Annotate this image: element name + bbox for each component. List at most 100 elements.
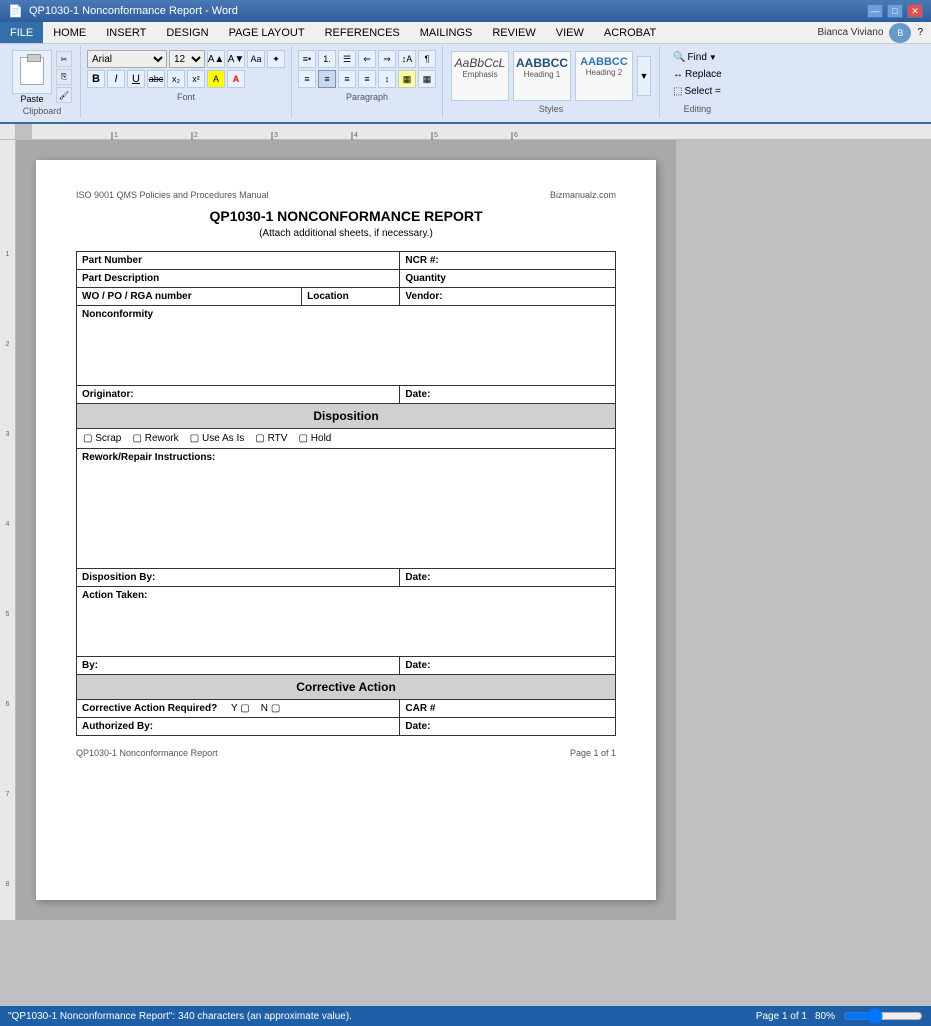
user-avatar: B <box>889 23 911 43</box>
show-hide-button[interactable]: ¶ <box>418 50 436 68</box>
line-spacing-button[interactable]: ↕ <box>378 70 396 88</box>
menu-item-home[interactable]: HOME <box>43 22 96 43</box>
paste-label: Paste <box>20 94 43 104</box>
use-as-is-checkbox[interactable]: ▢ <box>190 433 199 444</box>
styles-label: Styles <box>451 104 651 114</box>
no-checkbox[interactable]: ▢ <box>271 703 280 714</box>
justify-button[interactable]: ≡ <box>358 70 376 88</box>
clear-formatting-button[interactable]: ✦ <box>267 50 285 68</box>
table-row: Disposition By: Date: <box>77 569 616 587</box>
hold-checkbox[interactable]: ▢ <box>299 433 308 444</box>
rework-label: Rework <box>145 433 179 444</box>
find-icon: 🔍 <box>673 52 685 63</box>
menu-item-page-layout[interactable]: PAGE LAYOUT <box>219 22 315 43</box>
format-painter-button[interactable]: 🖌 <box>56 87 72 103</box>
nonconformity-label: Nonconformity <box>77 306 616 386</box>
zoom-level: 80% <box>815 1011 835 1022</box>
subscript-button[interactable]: x₂ <box>167 70 185 88</box>
cut-button[interactable]: ✂ <box>56 51 72 67</box>
paste-button[interactable] <box>12 50 52 94</box>
decrease-indent-button[interactable]: ⇐ <box>358 50 376 68</box>
font-name-select[interactable]: Arial <box>87 50 167 68</box>
font-color-button[interactable]: A <box>227 70 245 88</box>
paragraph-row-2: ≡ ≡ ≡ ≡ ↕ ▦ ▦ <box>298 70 436 88</box>
bold-button[interactable]: B <box>87 70 105 88</box>
menu-item-insert[interactable]: INSERT <box>96 22 156 43</box>
table-row: By: Date: <box>77 657 616 675</box>
part-desc-label: Part Description <box>77 270 400 288</box>
status-bar: "QP1030-1 Nonconformance Report": 340 ch… <box>0 1006 931 1026</box>
multilevel-button[interactable]: ☰ <box>338 50 356 68</box>
style-heading2[interactable]: AABBCC Heading 2 <box>575 51 633 101</box>
align-right-button[interactable]: ≡ <box>338 70 356 88</box>
page-info: Page 1 of 1 <box>756 1011 807 1022</box>
location-label: Location <box>302 288 400 306</box>
styles-scroll-button[interactable]: ▼ <box>637 56 651 96</box>
menu-item-view[interactable]: VIEW <box>546 22 594 43</box>
car-label: CAR # <box>400 700 616 718</box>
svg-text:6: 6 <box>514 132 518 139</box>
copy-button[interactable]: ⎘ <box>56 69 72 85</box>
clipboard-extras: ✂ ⎘ 🖌 <box>56 51 72 103</box>
borders-button[interactable]: ▦ <box>418 70 436 88</box>
bullets-button[interactable]: ≡• <box>298 50 316 68</box>
status-doc-info: "QP1030-1 Nonconformance Report": 340 ch… <box>8 1011 352 1022</box>
header-left: ISO 9001 QMS Policies and Procedures Man… <box>76 190 269 200</box>
styles-section: AaBbCcL Emphasis AABBCC Heading 1 AABBCC… <box>443 46 660 118</box>
menu-item-references[interactable]: REFERENCES <box>315 22 410 43</box>
scrap-label: Scrap <box>95 433 121 444</box>
shading-button[interactable]: ▦ <box>398 70 416 88</box>
numbering-button[interactable]: 1. <box>318 50 336 68</box>
increase-indent-button[interactable]: ⇒ <box>378 50 396 68</box>
font-size-select[interactable]: 12 <box>169 50 205 68</box>
replace-button[interactable]: ↔ Replace <box>668 67 727 82</box>
rework-checkbox[interactable]: ▢ <box>132 433 141 444</box>
date3-label: Date: <box>400 657 616 675</box>
align-center-button[interactable]: ≡ <box>318 70 336 88</box>
ncr-label: NCR #: <box>400 252 616 270</box>
change-case-button[interactable]: Aa <box>247 50 265 68</box>
title-bar-controls: — □ ✕ <box>867 4 923 18</box>
grow-font-button[interactable]: A▲ <box>207 50 225 68</box>
rtv-label: RTV <box>268 433 288 444</box>
corrective-action-required-cell: Corrective Action Required? Y ▢ N ▢ <box>77 700 400 718</box>
restore-button[interactable]: □ <box>887 4 903 18</box>
underline-button[interactable]: U <box>127 70 145 88</box>
table-row: Action Taken: <box>77 587 616 657</box>
page: ISO 9001 QMS Policies and Procedures Man… <box>36 160 656 900</box>
zoom-slider[interactable] <box>843 1008 923 1024</box>
style-emphasis[interactable]: AaBbCcL Emphasis <box>451 51 509 101</box>
form-table: Part Number NCR #: Part Description Quan… <box>76 251 616 736</box>
clipboard-section: Paste ✂ ⎘ 🖌 Clipboard <box>4 46 81 118</box>
main-layout: 1 2 3 4 5 6 7 8 ISO 9001 QMS Policies an… <box>0 140 931 920</box>
doc-title: QP1030-1 NONCONFORMANCE REPORT <box>76 208 616 224</box>
superscript-button[interactable]: x² <box>187 70 205 88</box>
text-highlight-button[interactable]: A <box>207 70 225 88</box>
menu-item-mailings[interactable]: MAILINGS <box>410 22 483 43</box>
minimize-button[interactable]: — <box>867 4 883 18</box>
replace-icon: ↔ <box>673 69 683 80</box>
close-button[interactable]: ✕ <box>907 4 923 18</box>
sort-button[interactable]: ↕A <box>398 50 416 68</box>
yes-checkbox[interactable]: ▢ <box>240 703 249 714</box>
italic-button[interactable]: I <box>107 70 125 88</box>
find-button[interactable]: 🔍 Find ▼ <box>668 50 727 65</box>
scrap-checkbox[interactable]: ▢ <box>83 433 92 444</box>
vertical-ruler: 1 2 3 4 5 6 7 8 <box>0 140 16 920</box>
help-icon[interactable]: ? <box>917 27 923 38</box>
menu-item-file[interactable]: FILE <box>0 22 43 43</box>
shrink-font-button[interactable]: A▼ <box>227 50 245 68</box>
menu-item-review[interactable]: REVIEW <box>482 22 545 43</box>
no-label: N <box>261 703 268 714</box>
rtv-checkbox[interactable]: ▢ <box>255 433 264 444</box>
menu-item-acrobat[interactable]: ACROBAT <box>594 22 666 43</box>
align-left-button[interactable]: ≡ <box>298 70 316 88</box>
select-button[interactable]: ⬚ Select = <box>668 84 727 99</box>
table-row: WO / PO / RGA number Location Vendor: <box>77 288 616 306</box>
font-section: Arial 12 A▲ A▼ Aa ✦ B I U abc x₂ x² A A <box>81 46 292 118</box>
strikethrough-button[interactable]: abc <box>147 70 165 88</box>
menu-item-design[interactable]: DESIGN <box>156 22 218 43</box>
style-heading1[interactable]: AABBCC Heading 1 <box>513 51 571 101</box>
editing-buttons: 🔍 Find ▼ ↔ Replace ⬚ Select = <box>668 50 727 102</box>
user-name: Bianca Viviano <box>817 27 883 38</box>
